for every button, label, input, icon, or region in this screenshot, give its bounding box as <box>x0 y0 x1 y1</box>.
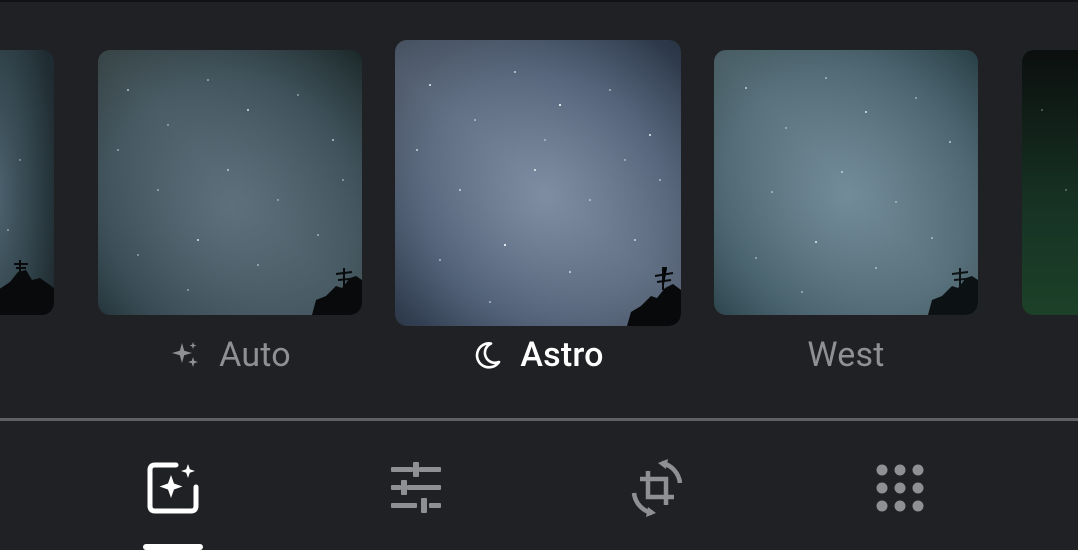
filter-thumbnail-auto[interactable] <box>98 50 362 315</box>
crop-rotate-tool-button[interactable] <box>622 455 692 525</box>
filter-thumbnail-west[interactable] <box>714 50 978 315</box>
selected-tool-indicator <box>143 544 203 550</box>
crop-rotate-icon <box>626 457 688 523</box>
filter-thumbnail-astro[interactable] <box>395 40 681 326</box>
editor-toolbar <box>0 421 1078 547</box>
filters-grid-icon <box>875 463 925 517</box>
filter-label-text: Astro <box>520 335 604 375</box>
suggestions-tool-button[interactable] <box>138 455 208 525</box>
moon-icon <box>472 340 502 370</box>
sparkle-icon <box>169 339 201 371</box>
filter-label-west[interactable]: West <box>714 332 978 378</box>
filter-thumbnail-next[interactable] <box>1022 50 1078 315</box>
filter-label-auto[interactable]: Auto <box>98 332 362 378</box>
filters-tool-button[interactable] <box>865 455 935 525</box>
filter-label-astro[interactable]: Astro <box>395 332 681 378</box>
sliders-icon <box>389 461 443 519</box>
filter-carousel[interactable]: Auto Astro West <box>0 0 1078 418</box>
adjust-tool-button[interactable] <box>381 455 451 525</box>
filter-label-text: West <box>807 335 885 375</box>
filter-thumbnail-previous[interactable] <box>0 50 54 315</box>
auto-enhance-icon <box>146 461 200 519</box>
filter-label-text: Auto <box>219 335 291 375</box>
